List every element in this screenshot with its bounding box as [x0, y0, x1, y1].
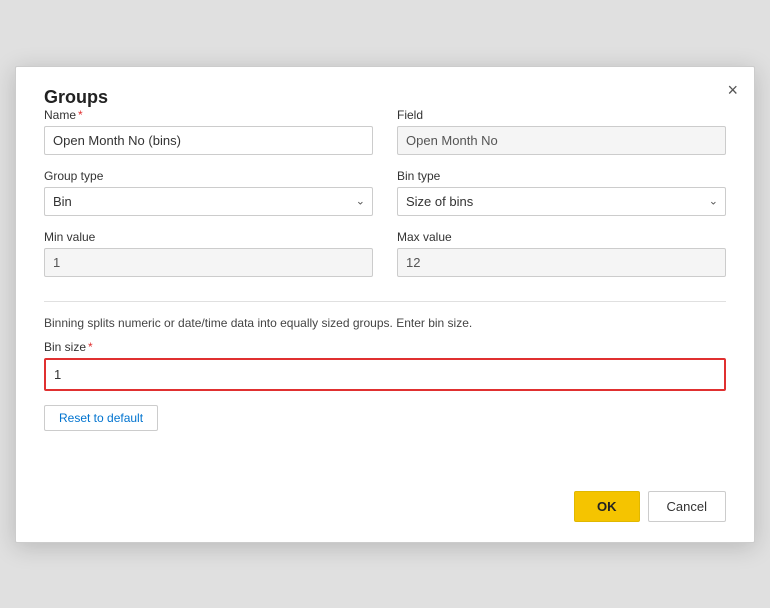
group-type-select-wrapper: Bin List ⌄ [44, 187, 373, 216]
field-group: Field [397, 108, 726, 155]
reset-to-default-button[interactable]: Reset to default [44, 405, 158, 431]
bin-type-label: Bin type [397, 169, 726, 183]
cancel-button[interactable]: Cancel [648, 491, 726, 522]
form-grid: Name* Field Group type Bin List ⌄ Bin ty… [44, 108, 726, 291]
field-input [397, 126, 726, 155]
dialog-title: Groups [44, 87, 108, 107]
field-label: Field [397, 108, 726, 122]
name-input[interactable] [44, 126, 373, 155]
max-value-input [397, 248, 726, 277]
group-type-select[interactable]: Bin List [44, 187, 373, 216]
dialog-footer: OK Cancel [44, 491, 726, 522]
bin-type-select-wrapper: Size of bins Number of bins ⌄ [397, 187, 726, 216]
max-value-group: Max value [397, 230, 726, 277]
min-value-group: Min value [44, 230, 373, 277]
name-group: Name* [44, 108, 373, 155]
min-value-label: Min value [44, 230, 373, 244]
divider [44, 301, 726, 302]
bin-size-required-star: * [88, 340, 93, 354]
groups-dialog: Groups × Name* Field Group type Bin List… [15, 66, 755, 543]
info-text: Binning splits numeric or date/time data… [44, 316, 726, 330]
ok-button[interactable]: OK [574, 491, 640, 522]
bin-type-select[interactable]: Size of bins Number of bins [397, 187, 726, 216]
bin-size-input-wrapper [44, 358, 726, 391]
group-type-label: Group type [44, 169, 373, 183]
bin-size-group: Bin size* [44, 340, 726, 391]
bin-size-label: Bin size* [44, 340, 726, 354]
max-value-label: Max value [397, 230, 726, 244]
bin-size-input[interactable] [46, 360, 724, 389]
group-type-group: Group type Bin List ⌄ [44, 169, 373, 216]
close-button[interactable]: × [727, 81, 738, 99]
bin-type-group: Bin type Size of bins Number of bins ⌄ [397, 169, 726, 216]
name-required-star: * [78, 108, 83, 122]
min-value-input [44, 248, 373, 277]
name-label: Name* [44, 108, 373, 122]
